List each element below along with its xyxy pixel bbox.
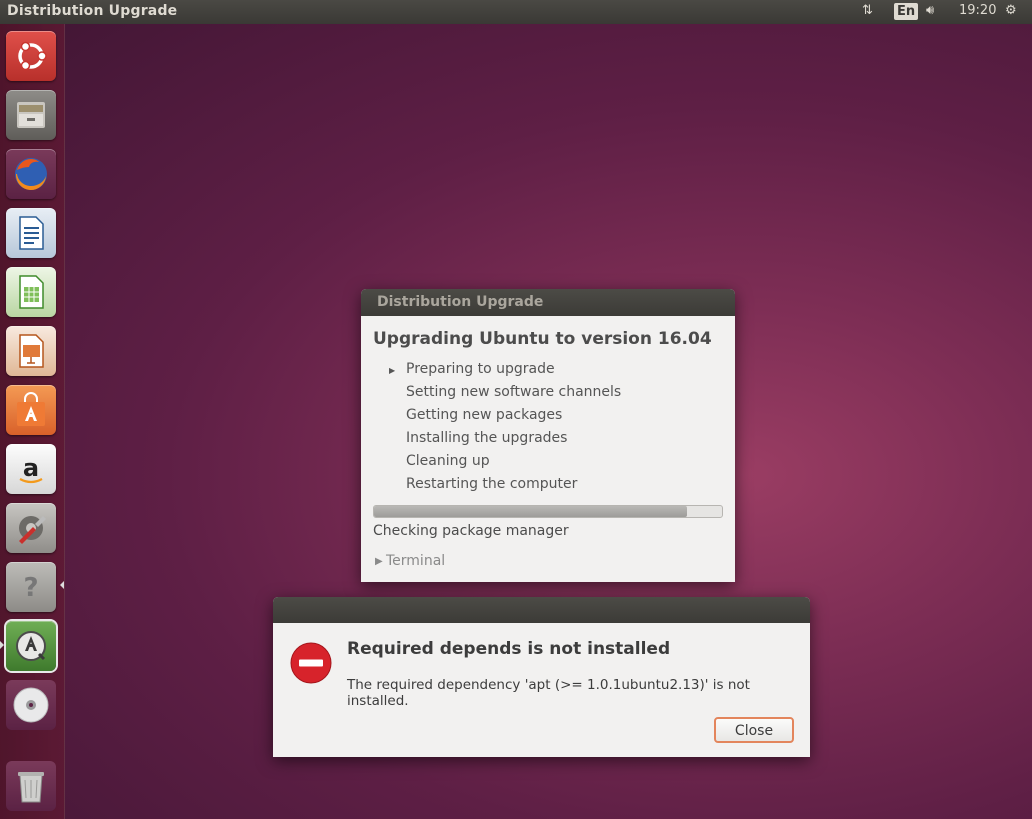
- libreoffice-calc-icon[interactable]: [6, 267, 56, 317]
- libreoffice-writer-icon[interactable]: [6, 208, 56, 258]
- step-item: Installing the upgrades: [406, 430, 568, 446]
- upgrade-heading: Upgrading Ubuntu to version 16.04: [373, 329, 712, 349]
- software-updater-icon[interactable]: [6, 621, 56, 671]
- files-icon[interactable]: [6, 90, 56, 140]
- error-dialog: Required depends is not installed The re…: [273, 597, 810, 757]
- step-item: Setting new software channels: [406, 384, 622, 400]
- current-step-arrow-icon: ▶: [389, 366, 396, 375]
- amazon-icon[interactable]: a: [6, 444, 56, 494]
- error-stop-icon: [290, 642, 332, 684]
- system-settings-icon[interactable]: [6, 503, 56, 553]
- launcher: a ?: [0, 24, 65, 819]
- active-window-title: Distribution Upgrade: [7, 3, 178, 19]
- step-item: Preparing to upgrade: [406, 361, 555, 377]
- libreoffice-impress-icon[interactable]: [6, 326, 56, 376]
- dvd-icon[interactable]: [6, 680, 56, 730]
- upgrade-dialog: Distribution Upgrade Upgrading Ubuntu to…: [361, 289, 735, 582]
- ubuntu-dash-icon[interactable]: [6, 31, 56, 81]
- error-dialog-titlebar[interactable]: [273, 597, 810, 623]
- launcher-running-pip: [0, 641, 4, 649]
- step-item: Restarting the computer: [406, 476, 578, 492]
- launcher-active-pip: [60, 581, 64, 589]
- error-title: Required depends is not installed: [347, 639, 671, 659]
- error-message: The required dependency 'apt (>= 1.0.1ub…: [347, 677, 750, 709]
- terminal-expander[interactable]: Terminal: [386, 553, 445, 569]
- close-button[interactable]: Close: [714, 717, 794, 743]
- upgrade-progress-bar: [373, 505, 723, 518]
- help-icon[interactable]: ?: [6, 562, 56, 612]
- firefox-icon[interactable]: [6, 149, 56, 199]
- clock[interactable]: 19:20: [959, 3, 996, 18]
- volume-icon[interactable]: 🔊︎: [926, 3, 934, 18]
- upgrade-progress-fill: [374, 506, 688, 517]
- trash-icon[interactable]: [6, 761, 56, 811]
- step-item: Cleaning up: [406, 453, 490, 469]
- network-updown-icon[interactable]: ⇅: [862, 3, 873, 18]
- svg-text:?: ?: [23, 573, 38, 603]
- step-item: Getting new packages: [406, 407, 563, 423]
- upgrade-status-text: Checking package manager: [373, 523, 569, 539]
- upgrade-dialog-titlebar[interactable]: Distribution Upgrade: [361, 289, 735, 316]
- session-gear-icon[interactable]: ⚙: [1005, 3, 1017, 18]
- terminal-expander-arrow-icon[interactable]: ▶: [375, 556, 383, 567]
- keyboard-language-icon[interactable]: En: [894, 3, 919, 20]
- ubuntu-software-center-icon[interactable]: [6, 385, 56, 435]
- svg-text:a: a: [23, 454, 39, 482]
- top-panel: Distribution Upgrade ⇅ En 🔊︎ 19:20 ⚙: [0, 0, 1032, 24]
